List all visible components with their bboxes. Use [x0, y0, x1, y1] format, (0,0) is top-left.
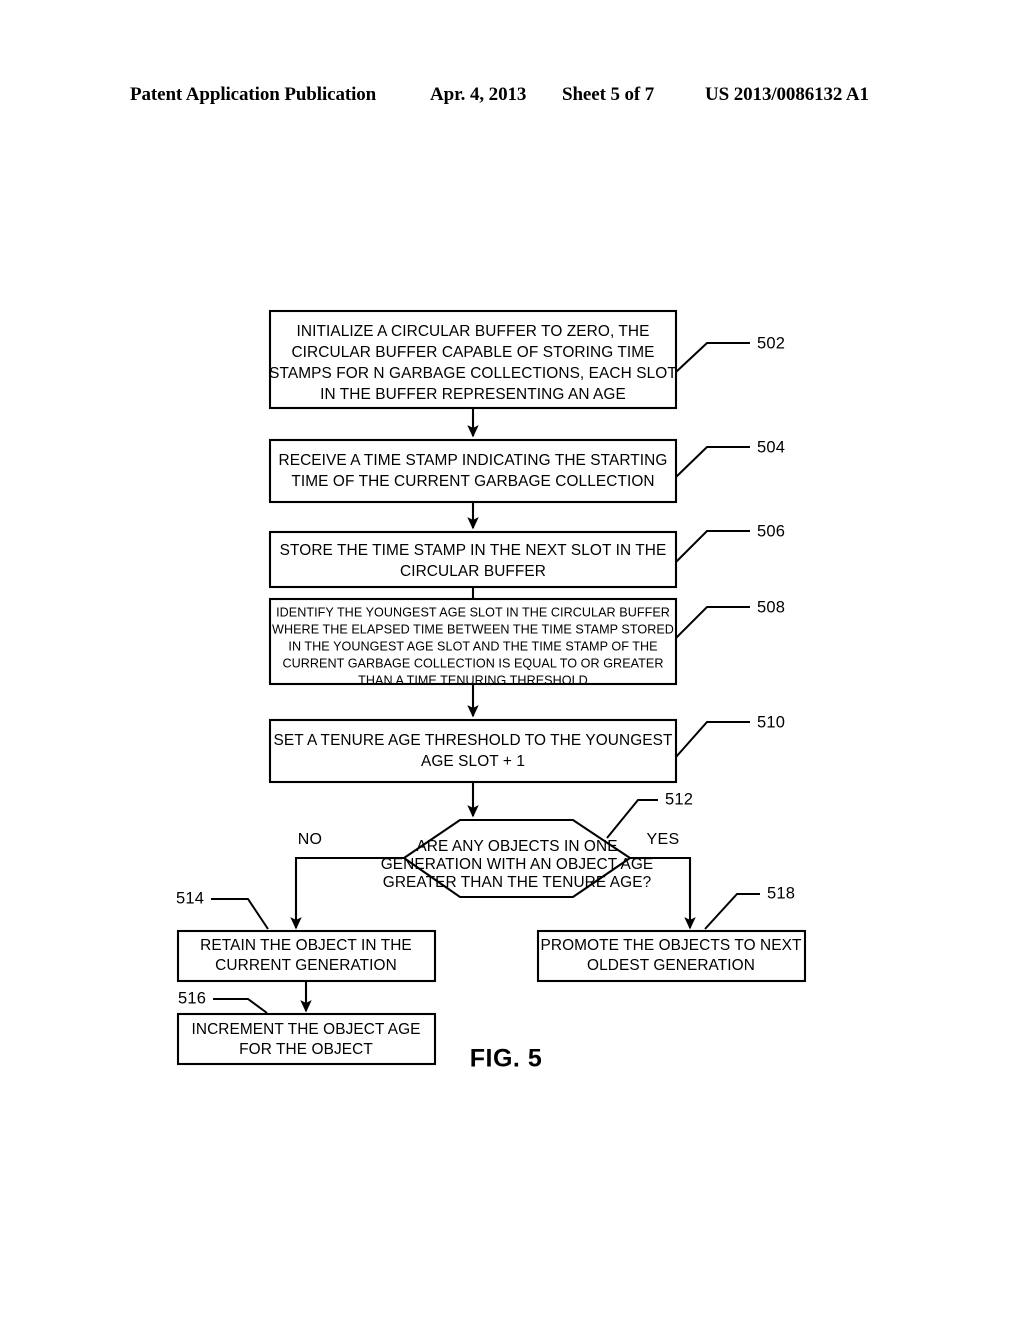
node-514-line-1: CURRENT GENERATION — [215, 957, 397, 974]
node-510-line-0: SET A TENURE AGE THRESHOLD TO THE YOUNGE… — [273, 732, 673, 749]
node-514-line-0: RETAIN THE OBJECT IN THE — [200, 937, 412, 954]
node-516-ref: 516 — [178, 989, 206, 1007]
node-504-ref: 504 — [757, 438, 785, 456]
node-514-ref: 514 — [176, 889, 204, 907]
node-504-box — [268, 438, 678, 504]
node-512-line-2: GREATER THAN THE TENURE AGE? — [383, 874, 652, 891]
node-508: IDENTIFY THE YOUNGEST AGE SLOT IN THE CI… — [268, 597, 785, 687]
node-510-leader-line — [675, 721, 750, 758]
node-506-ref: 506 — [757, 522, 785, 540]
node-508-line-3: CURRENT GARBAGE COLLECTION IS EQUAL TO O… — [282, 656, 663, 670]
node-516-line-1: FOR THE OBJECT — [239, 1041, 373, 1058]
node-512-ref: 512 — [665, 790, 693, 808]
node-502-line-1: CIRCULAR BUFFER CAPABLE OF STORING TIME — [291, 344, 654, 361]
node-508-line-2: IN THE YOUNGEST AGE SLOT AND THE TIME ST… — [288, 639, 657, 653]
branch-label-no: NO — [298, 831, 323, 848]
node-512-line-1: GENERATION WITH AN OBJECT AGE — [381, 856, 654, 873]
node-502: INITIALIZE A CIRCULAR BUFFER TO ZERO, TH… — [268, 309, 785, 410]
node-510-ref: 510 — [757, 713, 785, 731]
node-510-box — [268, 718, 678, 784]
node-504-leader-line — [675, 446, 750, 478]
node-514-leader-line — [211, 898, 269, 930]
node-508-line-1: WHERE THE ELAPSED TIME BETWEEN THE TIME … — [272, 622, 674, 636]
node-506-leader-line — [675, 530, 750, 563]
node-502-line-0: INITIALIZE A CIRCULAR BUFFER TO ZERO, TH… — [296, 323, 649, 340]
node-506: STORE THE TIME STAMP IN THE NEXT SLOT IN… — [268, 522, 785, 589]
node-514: RETAIN THE OBJECT IN THE CURRENT GENERAT… — [176, 889, 437, 983]
node-506-line-1: CIRCULAR BUFFER — [400, 563, 546, 580]
node-516-leader-line — [213, 998, 268, 1014]
node-502-line-2: STAMPS FOR N GARBAGE COLLECTIONS, EACH S… — [269, 365, 677, 382]
node-502-line-3: IN THE BUFFER REPRESENTING AN AGE — [320, 386, 626, 403]
flowchart-svg: INITIALIZE A CIRCULAR BUFFER TO ZERO, TH… — [176, 309, 807, 1073]
node-504-line-1: TIME OF THE CURRENT GARBAGE COLLECTION — [291, 473, 654, 490]
node-508-leader-line — [675, 606, 750, 639]
node-518-line-0: PROMOTE THE OBJECTS TO NEXT — [541, 937, 802, 954]
flowchart-figure: INITIALIZE A CIRCULAR BUFFER TO ZERO, TH… — [0, 0, 1024, 1320]
node-516-line-0: INCREMENT THE OBJECT AGE — [191, 1021, 420, 1038]
patent-figure-page: Patent Application Publication Apr. 4, 2… — [0, 0, 1024, 1320]
node-518-leader-line — [704, 893, 760, 930]
node-518-line-1: OLDEST GENERATION — [587, 957, 755, 974]
branch-label-yes: YES — [647, 831, 680, 848]
node-508-line-0: IDENTIFY THE YOUNGEST AGE SLOT IN THE CI… — [276, 605, 670, 619]
node-502-leader-line — [675, 342, 750, 373]
node-504: RECEIVE A TIME STAMP INDICATING THE STAR… — [268, 438, 785, 504]
figure-label: FIG. 5 — [470, 1045, 542, 1073]
node-502-ref: 502 — [757, 334, 785, 352]
node-518: PROMOTE THE OBJECTS TO NEXT OLDEST GENER… — [536, 884, 807, 983]
node-504-line-0: RECEIVE A TIME STAMP INDICATING THE STAR… — [279, 452, 668, 469]
node-512-line-0: ARE ANY OBJECTS IN ONE — [416, 838, 617, 855]
node-508-ref: 508 — [757, 598, 785, 616]
node-506-line-0: STORE THE TIME STAMP IN THE NEXT SLOT IN… — [280, 542, 667, 559]
node-518-ref: 518 — [767, 884, 795, 902]
node-510-line-1: AGE SLOT + 1 — [421, 753, 525, 770]
node-510: SET A TENURE AGE THRESHOLD TO THE YOUNGE… — [268, 713, 785, 784]
